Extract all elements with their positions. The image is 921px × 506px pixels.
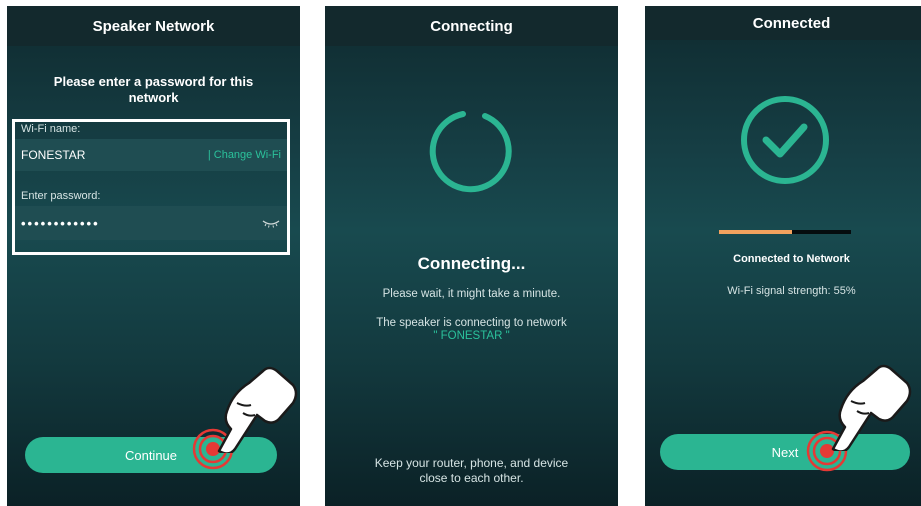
keep-close-hint: Keep your router, phone, and device clos… — [374, 456, 569, 485]
loading-spinner-icon — [429, 111, 512, 193]
speaker-connecting-text: The speaker is connecting to network — [376, 317, 567, 329]
check-circle-icon — [741, 96, 829, 184]
password-label: Enter password: — [21, 190, 101, 202]
network-name: " FONESTAR " — [433, 330, 510, 342]
change-wifi-link[interactable]: | Change Wi-Fi — [208, 149, 281, 161]
connecting-heading: Connecting... — [417, 254, 526, 273]
pointing-hand-icon — [217, 366, 298, 453]
connection-progress-fill — [719, 230, 792, 234]
connection-progress-bar — [719, 230, 851, 234]
connected-screen: Connected Connected to Network Wi-Fi sig… — [645, 6, 921, 506]
password-prompt: Please enter a password for this network — [53, 74, 254, 105]
password-input[interactable]: •••••••••••• — [21, 216, 261, 231]
wifi-name-value: FONESTAR — [21, 148, 86, 162]
header-title: Connected — [645, 6, 921, 40]
header-title: Connecting — [325, 6, 618, 46]
connecting-screen: Connecting Connecting... Please wait, it… — [325, 6, 618, 506]
speaker-network-screen: Speaker Network Please enter a password … — [7, 6, 300, 506]
wifi-name-field: FONESTAR | Change Wi-Fi — [15, 139, 287, 171]
pointing-hand-icon — [831, 364, 912, 451]
wifi-name-label: Wi-Fi name: — [21, 123, 81, 135]
wifi-signal-strength: Wi-Fi signal strength: 55% — [727, 285, 856, 297]
hidden-password-eye-icon[interactable] — [261, 218, 281, 228]
continue-label: Continue — [124, 447, 178, 463]
header-title: Speaker Network — [7, 6, 300, 46]
speaker-connecting-message: The speaker is connecting to network " F… — [325, 317, 618, 343]
wait-message: Please wait, it might take a minute. — [382, 288, 561, 300]
wifi-form-highlight: Wi-Fi name: FONESTAR | Change Wi-Fi Ente… — [12, 119, 290, 255]
connected-status: Connected to Network — [733, 253, 850, 265]
password-field[interactable]: •••••••••••• — [15, 206, 287, 240]
next-label: Next — [771, 444, 799, 460]
